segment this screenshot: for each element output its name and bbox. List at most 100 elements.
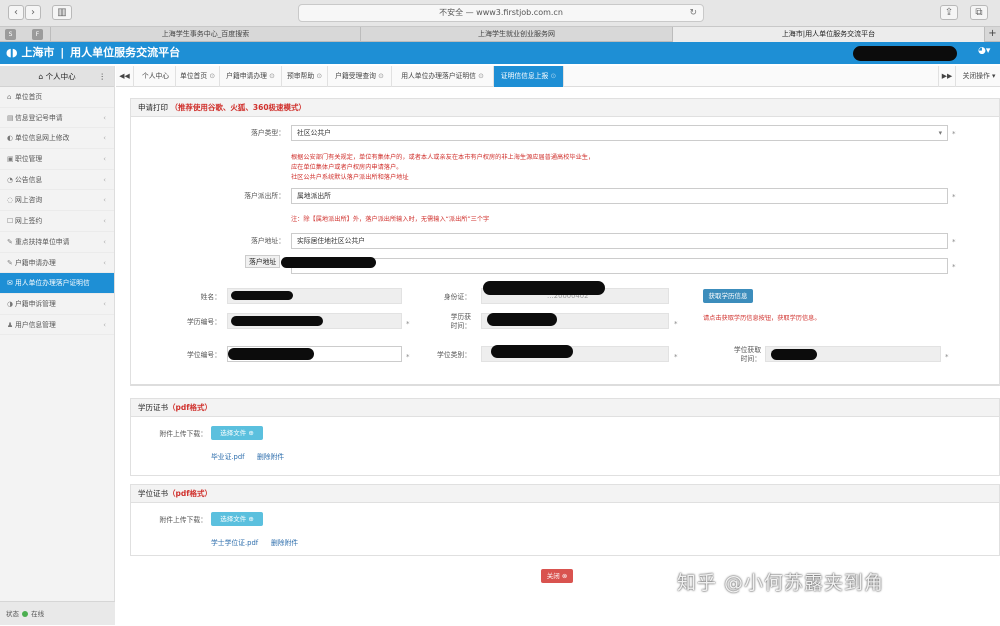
chat-icon: ◌ — [7, 190, 15, 211]
tab-close-icon[interactable]: ⊙ — [476, 72, 484, 80]
education-choose-file-button[interactable]: 选择文件 ⊕ — [211, 426, 263, 440]
share-icon[interactable]: ⇪ — [940, 5, 958, 20]
sidebar-item[interactable]: ☐网上签约‹ — [0, 211, 114, 232]
tab-close-icon[interactable]: ⊙ — [376, 72, 384, 80]
back-icon[interactable]: ‹ — [8, 5, 24, 20]
chevron-left-icon: ‹ — [103, 294, 106, 315]
degree-choose-file-button[interactable]: 选择文件 ⊕ — [211, 512, 263, 526]
content-tab[interactable]: 户籍受理查询 ⊙ — [328, 66, 392, 87]
edit-icon: ◐ — [7, 128, 15, 149]
content-tab[interactable]: 单位首页 ⊙ — [176, 66, 220, 87]
required-mark: * — [952, 193, 956, 201]
sidebar-item[interactable]: ♟用户信息管理‹ — [0, 315, 114, 336]
content-tab-label: 户籍申请办理 — [226, 72, 267, 80]
sidebar-item-label: 用户信息管理 — [15, 321, 56, 329]
url-text: www3.firstjob.com.cn — [476, 8, 563, 17]
degree-file-link[interactable]: 学士学位证.pdf — [211, 537, 258, 547]
content-tab[interactable]: 户籍申请办理 ⊙ — [220, 66, 282, 87]
required-mark: * — [674, 320, 678, 328]
online-status: 状态 在线 — [0, 601, 115, 625]
tabs-overview-icon[interactable]: ⧉ — [970, 5, 988, 20]
content-tab[interactable]: 个人中心 — [136, 66, 176, 87]
sidebar-item[interactable]: ✎重点扶持单位申请‹ — [0, 232, 114, 253]
reload-icon[interactable]: ↻ — [689, 5, 697, 21]
hukou-notice-2: 应在单位集体户或者户权房内申请落户。 — [291, 163, 402, 172]
sidebar-item[interactable]: ▣职位管理‹ — [0, 149, 114, 170]
sidebar-item-label: 重点扶持单位申请 — [15, 238, 69, 246]
star-icon: ✎ — [7, 232, 15, 253]
sidebar-header[interactable]: ⌂ 个人中心 ⋮ — [0, 66, 114, 87]
sidebar-item[interactable]: ◌网上咨询‹ — [0, 190, 114, 211]
user-menu-icon[interactable]: ◕▾ — [978, 46, 990, 56]
education-time-label: 学历获 时间： — [437, 313, 471, 331]
hukou-type-label: 落户类型： — [231, 129, 285, 138]
forward-icon[interactable]: › — [25, 5, 41, 20]
sidebar-item[interactable]: ◔公告信息‹ — [0, 170, 114, 191]
sidebar-item-label: 职位管理 — [15, 155, 42, 163]
redacted-name — [231, 291, 293, 300]
hukou-type-select[interactable]: 社区公共户 ▾ — [291, 125, 948, 141]
upload-icon: ⊕ — [248, 515, 253, 523]
mail-icon: ✉ — [7, 273, 15, 294]
address-input[interactable]: 实际居住地社区公共户 — [291, 233, 948, 249]
get-education-button[interactable]: 获取学历信息 — [703, 289, 753, 303]
degree-delete-link[interactable]: 删除附件 — [271, 537, 298, 547]
education-delete-link[interactable]: 删除附件 — [257, 451, 284, 461]
degree-cert-title: 学位证书 — [138, 489, 168, 498]
close-button[interactable]: 关闭 ⊗ — [541, 569, 573, 583]
favicon-f-icon[interactable]: F — [32, 29, 43, 40]
browser-tab-firstjob[interactable]: 上海学生就业创业服务网 — [360, 27, 672, 42]
chevron-left-icon: ‹ — [103, 190, 106, 211]
home-icon: ⌂ — [7, 87, 15, 108]
sidebar-item[interactable]: ✉用人单位办理落户证明信 — [0, 273, 114, 294]
upload-icon: ⊕ — [248, 429, 253, 437]
watermark: 知乎 @小何苏露夹到角 — [677, 568, 884, 595]
sidebar-item[interactable]: ⌂单位首页 — [0, 87, 114, 108]
logo-text: 上海市 — [21, 46, 54, 59]
close-ops-button[interactable]: 关闭操作 ▾ — [958, 66, 1000, 87]
education-time-label-2: 时间： — [451, 322, 471, 330]
tabs-scroll-right-icon[interactable]: ▶▶ — [938, 66, 956, 87]
sidebar-item[interactable]: ◑户籍申诉管理‹ — [0, 294, 114, 315]
redacted-education-number — [231, 316, 323, 326]
education-file-link[interactable]: 毕业证.pdf — [211, 451, 245, 461]
sidebar-item[interactable]: ◐单位信息网上修改‹ — [0, 128, 114, 149]
address-bar[interactable]: 不安全 — www3.firstjob.com.cn ↻ — [298, 4, 704, 22]
new-tab-icon[interactable]: + — [984, 27, 1000, 42]
content-tab[interactable]: 用人单位办理落户证明信 ⊙ — [392, 66, 494, 87]
police-station-label: 落户派出所： — [231, 192, 285, 201]
pencil-icon: ✎ — [7, 253, 15, 274]
sidebar-item[interactable]: ✎户籍申请办理‹ — [0, 253, 114, 274]
tab-close-icon[interactable]: ⊙ — [314, 72, 322, 80]
sidebar-toggle-icon[interactable]: ▥ — [52, 5, 72, 20]
tab-close-icon[interactable]: ⊙ — [207, 72, 215, 80]
police-station-input[interactable]: 属地派出所 — [291, 188, 948, 204]
tab-close-icon[interactable]: ⊙ — [267, 72, 275, 80]
education-choose-file-label: 选择文件 — [220, 429, 246, 437]
hukou-notice-3: 社区公共户系统默认落户派出所和落户地址 — [291, 173, 409, 182]
hukou-type-value: 社区公共户 — [297, 129, 331, 137]
content-tab[interactable]: 证明信信息上报 ⊙ — [494, 66, 564, 87]
address-detail-input[interactable] — [291, 258, 948, 274]
sidebar-collapse-icon[interactable]: ⋮ — [99, 66, 107, 87]
tab-close-icon[interactable]: ⊙ — [548, 72, 556, 80]
tabs-scroll-left-icon[interactable]: ◀◀ — [116, 66, 134, 87]
browser-tab-baidu[interactable]: 上海学生事务中心_百度搜索 — [50, 27, 360, 42]
browser-tabstrip: S F 上海学生事务中心_百度搜索 上海学生就业创业服务网 上海市|用人单位服务… — [0, 27, 1000, 42]
sidebar-item-label: 单位首页 — [15, 93, 42, 101]
chevron-left-icon: ‹ — [103, 315, 106, 336]
content-tab-label: 户籍受理查询 — [335, 72, 376, 80]
sidebar: ⌂ 个人中心 ⋮ ⌂单位首页▤信息登记号申请‹◐单位信息网上修改‹▣职位管理‹◔… — [0, 66, 115, 625]
favicon-s-icon[interactable]: S — [5, 29, 16, 40]
sign-icon: ☐ — [7, 211, 15, 232]
sidebar-item[interactable]: ▤信息登记号申请‹ — [0, 108, 114, 129]
chevron-left-icon: ‹ — [103, 253, 106, 274]
panel-title: 申请打印 （推荐使用谷歌、火狐、360极速模式） — [131, 99, 999, 117]
degree-choose-file-label: 选择文件 — [220, 515, 246, 523]
content-tab[interactable]: 预审帮助 ⊙ — [282, 66, 328, 87]
sidebar-item-label: 信息登记号申请 — [15, 114, 63, 122]
redacted-username — [853, 46, 957, 61]
browser-tab-platform[interactable]: 上海市|用人单位服务交流平台 — [672, 27, 984, 42]
close-button-label: 关闭 — [547, 572, 560, 580]
status-label: 状态 — [6, 610, 19, 618]
